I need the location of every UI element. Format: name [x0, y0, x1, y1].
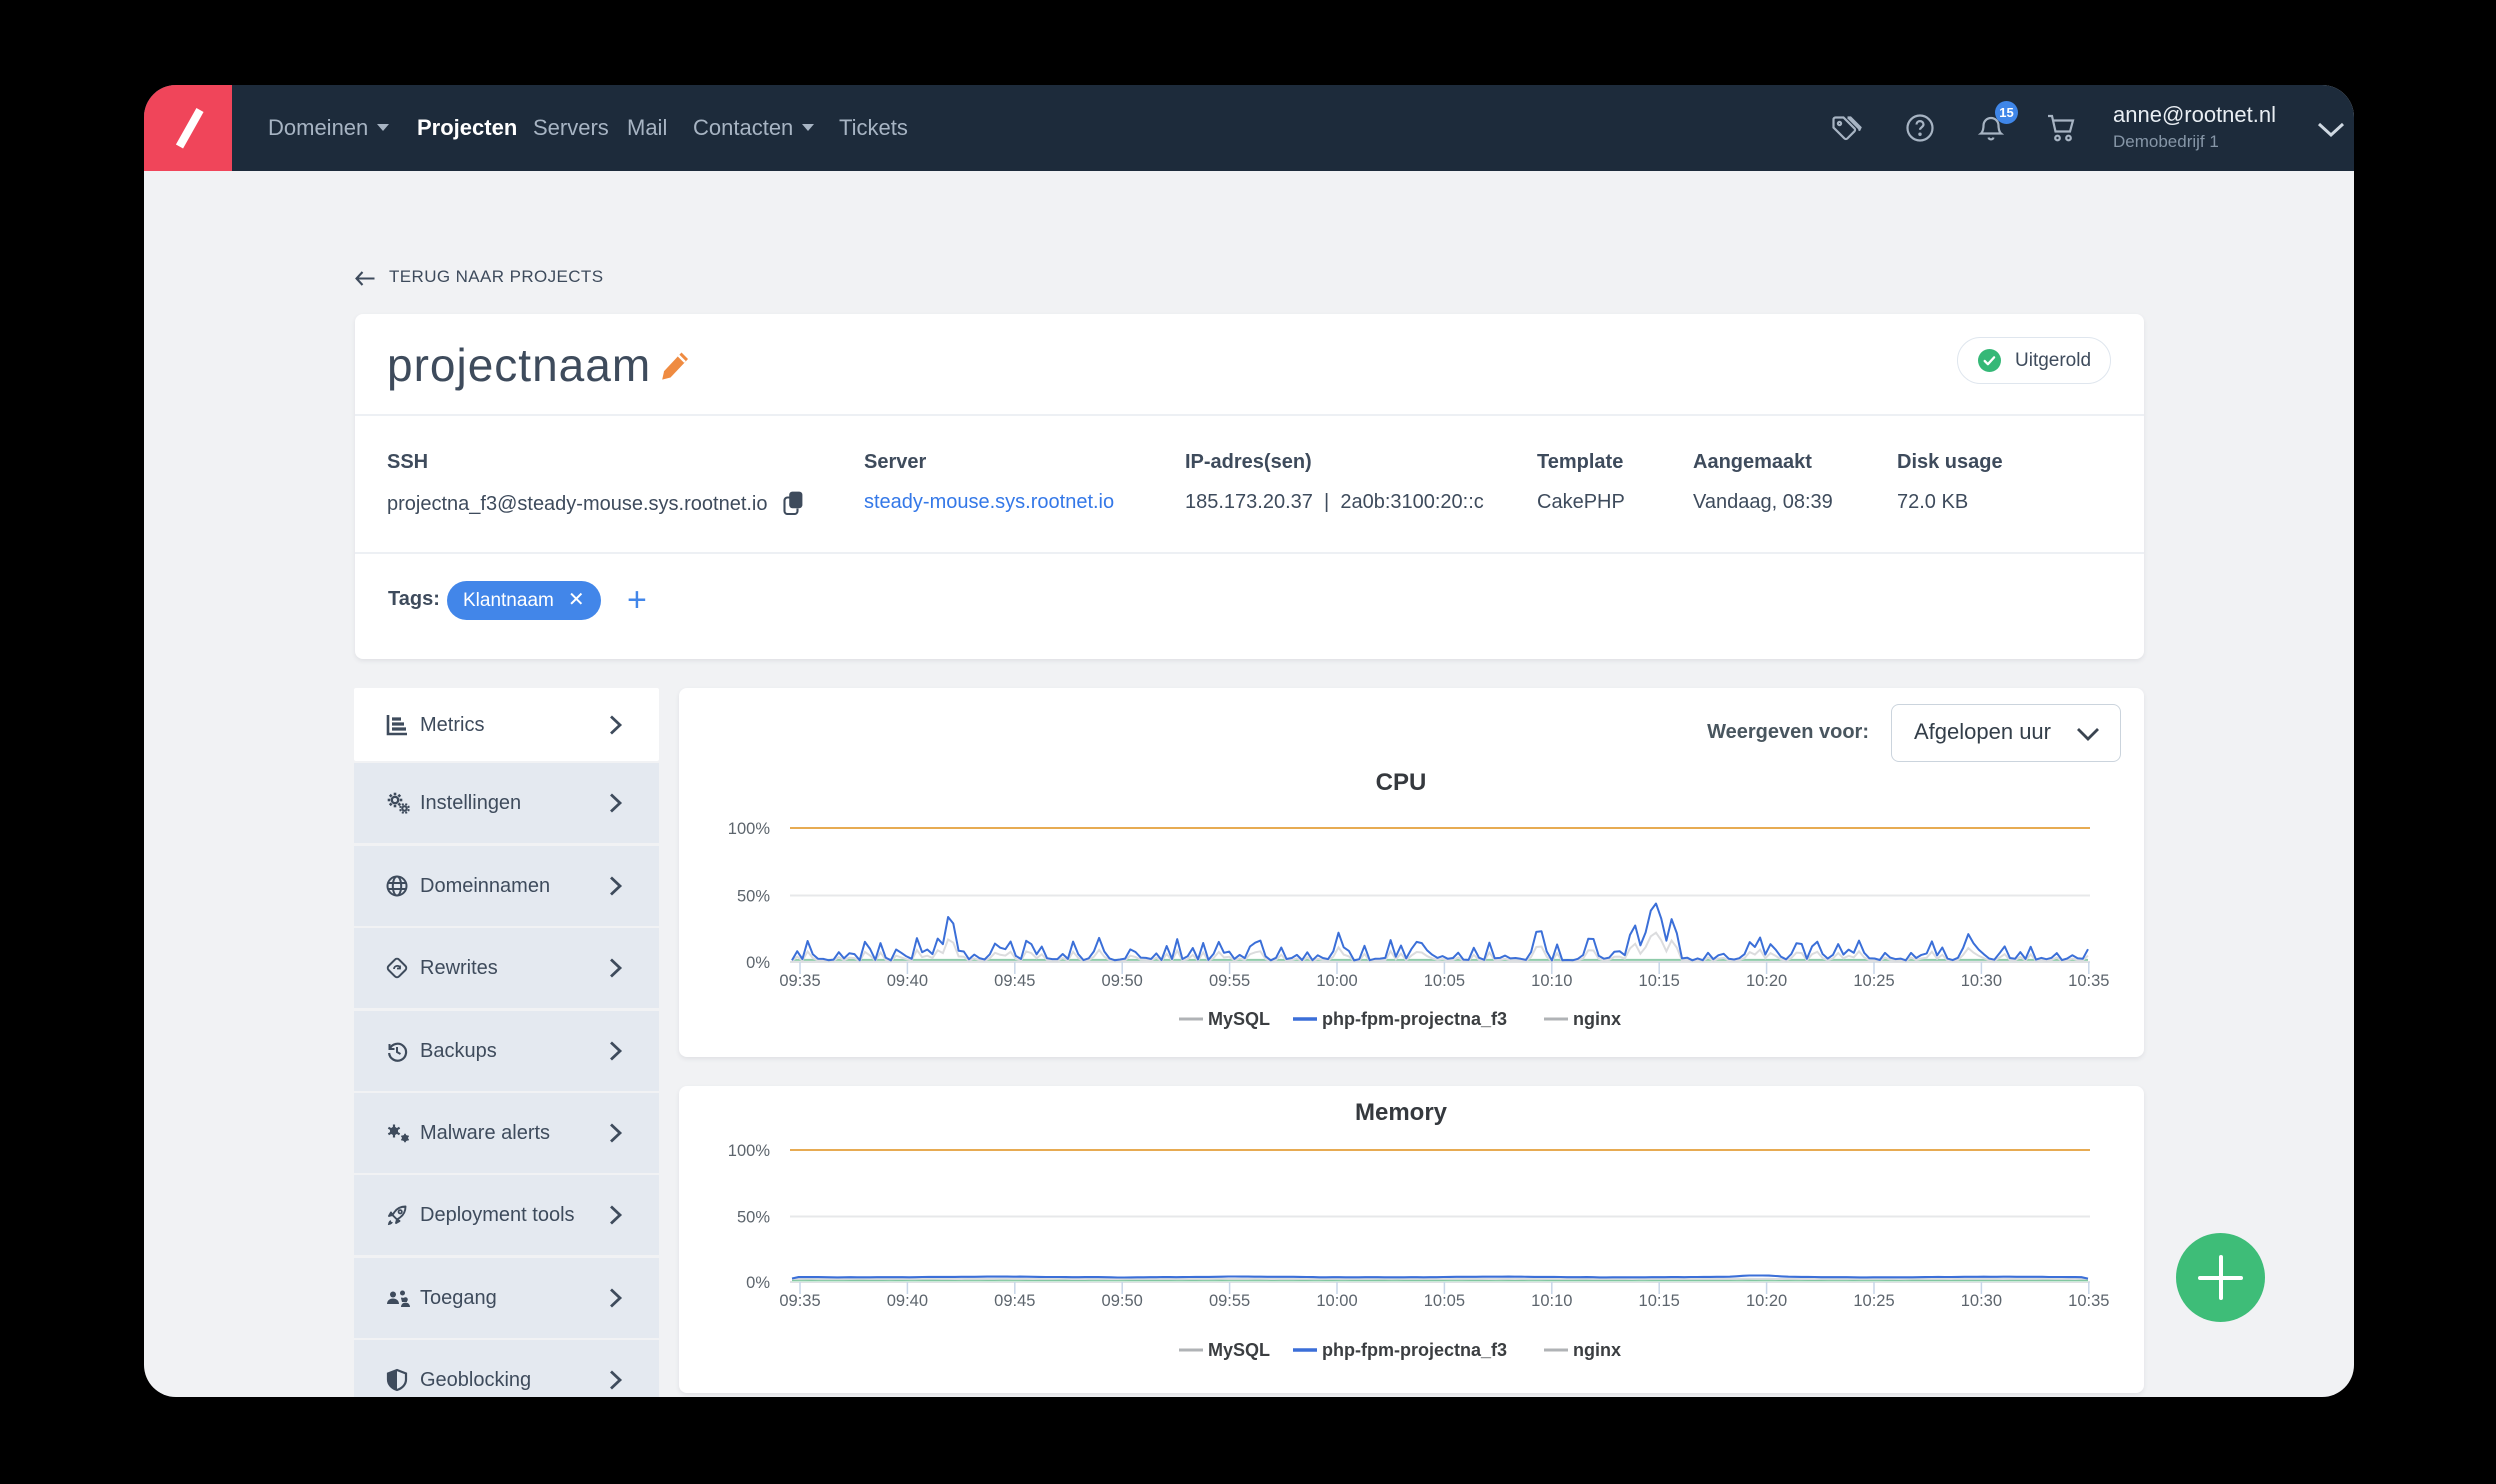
- svg-text:CPU: CPU: [1376, 769, 1427, 796]
- svg-text:10:30: 10:30: [1961, 1292, 2002, 1310]
- svg-text:09:55: 09:55: [1209, 972, 1250, 990]
- svg-text:10:35: 10:35: [2068, 1292, 2109, 1310]
- svg-text:0%: 0%: [746, 954, 770, 972]
- svg-text:09:35: 09:35: [779, 972, 820, 990]
- svg-text:10:05: 10:05: [1424, 1292, 1465, 1310]
- svg-text:php-fpm-projectna_f3: php-fpm-projectna_f3: [1322, 1340, 1507, 1360]
- svg-text:10:20: 10:20: [1746, 1292, 1787, 1310]
- svg-text:10:35: 10:35: [2068, 972, 2109, 990]
- svg-text:10:30: 10:30: [1961, 972, 2002, 990]
- svg-text:09:45: 09:45: [994, 972, 1035, 990]
- svg-text:MySQL: MySQL: [1208, 1340, 1270, 1360]
- svg-text:09:55: 09:55: [1209, 1292, 1250, 1310]
- svg-text:09:40: 09:40: [887, 1292, 928, 1310]
- svg-text:nginx: nginx: [1573, 1340, 1621, 1360]
- svg-text:10:00: 10:00: [1316, 972, 1357, 990]
- svg-text:10:05: 10:05: [1424, 972, 1465, 990]
- svg-text:50%: 50%: [737, 888, 770, 906]
- svg-text:10:25: 10:25: [1853, 972, 1894, 990]
- svg-text:10:15: 10:15: [1639, 1292, 1680, 1310]
- svg-text:10:10: 10:10: [1531, 972, 1572, 990]
- svg-text:php-fpm-projectna_f3: php-fpm-projectna_f3: [1322, 1009, 1507, 1029]
- svg-text:Memory: Memory: [1355, 1099, 1448, 1126]
- svg-text:nginx: nginx: [1573, 1009, 1621, 1029]
- svg-text:09:45: 09:45: [994, 1292, 1035, 1310]
- svg-text:09:40: 09:40: [887, 972, 928, 990]
- svg-text:09:50: 09:50: [1102, 972, 1143, 990]
- svg-text:10:00: 10:00: [1316, 1292, 1357, 1310]
- svg-text:10:25: 10:25: [1853, 1292, 1894, 1310]
- svg-text:10:20: 10:20: [1746, 972, 1787, 990]
- svg-text:0%: 0%: [746, 1274, 770, 1292]
- svg-text:10:15: 10:15: [1639, 972, 1680, 990]
- svg-text:50%: 50%: [737, 1209, 770, 1227]
- svg-text:10:10: 10:10: [1531, 1292, 1572, 1310]
- svg-text:100%: 100%: [728, 820, 771, 838]
- svg-text:09:50: 09:50: [1102, 1292, 1143, 1310]
- svg-text:MySQL: MySQL: [1208, 1009, 1270, 1029]
- svg-text:09:35: 09:35: [779, 1292, 820, 1310]
- svg-text:100%: 100%: [728, 1142, 771, 1160]
